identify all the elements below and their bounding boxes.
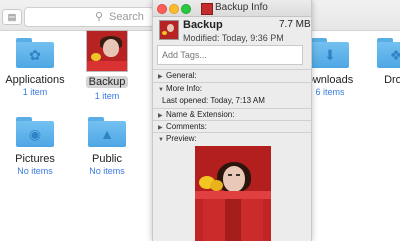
section-name-extension[interactable]: ▶ Name & Extension: bbox=[158, 110, 234, 119]
item-count: 1 item bbox=[94, 91, 120, 101]
minimize-button[interactable] bbox=[169, 4, 179, 14]
item-name: Public bbox=[92, 153, 122, 165]
divider bbox=[153, 120, 311, 121]
disclosure-collapsed-icon: ▶ bbox=[158, 113, 163, 119]
tags-input[interactable] bbox=[157, 45, 303, 65]
section-label: More Info: bbox=[166, 84, 203, 93]
zoom-button[interactable] bbox=[181, 4, 191, 14]
modified-date: Modified: Today, 9:36 PM bbox=[183, 33, 284, 43]
public-folder-icon: ▲ bbox=[88, 117, 126, 147]
section-label: General: bbox=[166, 71, 197, 80]
file-name: Backup bbox=[183, 19, 223, 31]
section-label: Name & Extension: bbox=[166, 110, 235, 119]
item-count: 1 item bbox=[22, 87, 48, 97]
info-titlebar: Backup Info bbox=[153, 0, 311, 17]
file-size: 7.7 MB bbox=[279, 19, 311, 30]
item-count: No items bbox=[89, 166, 125, 176]
disclosure-collapsed-icon: ▶ bbox=[158, 125, 163, 131]
item-name: Backup bbox=[85, 76, 129, 88]
disclosure-expanded-icon: ▼ bbox=[158, 87, 164, 93]
last-opened: Last opened: Today, 7:13 AM bbox=[162, 96, 265, 105]
disclosure-expanded-icon: ▼ bbox=[158, 137, 164, 143]
folder-item-applications[interactable]: ✿ Applications 1 item bbox=[0, 38, 75, 97]
divider bbox=[153, 108, 311, 109]
section-general[interactable]: ▶ General: bbox=[158, 71, 197, 80]
pictures-folder-icon: ◉ bbox=[16, 117, 54, 147]
item-name: Drop bbox=[384, 74, 400, 86]
disclosure-collapsed-icon: ▶ bbox=[158, 74, 163, 80]
divider bbox=[153, 82, 311, 83]
section-label: Comments: bbox=[166, 122, 207, 131]
downloads-folder-icon: ⬇ bbox=[311, 38, 349, 68]
image-preview bbox=[195, 146, 271, 241]
close-button[interactable] bbox=[157, 4, 167, 14]
image-thumbnail bbox=[86, 30, 128, 72]
item-name: Applications bbox=[5, 74, 65, 86]
section-preview[interactable]: ▼ Preview: bbox=[158, 134, 197, 143]
item-count: No items bbox=[17, 166, 53, 176]
applications-folder-icon: ✿ bbox=[16, 38, 54, 68]
file-item-backup[interactable]: Backup 1 item bbox=[67, 30, 147, 101]
item-name: Pictures bbox=[15, 153, 55, 165]
search-field[interactable]: ⚲ Search bbox=[24, 7, 154, 27]
folder-item-public[interactable]: ▲ Public No items bbox=[67, 117, 147, 176]
file-thumbnail-icon bbox=[159, 20, 179, 40]
dropbox-folder-icon: ❖ bbox=[377, 38, 400, 68]
divider bbox=[153, 69, 311, 70]
window-title: Backup Info bbox=[215, 2, 268, 13]
section-comments[interactable]: ▶ Comments: bbox=[158, 122, 207, 131]
info-panel: Backup Info Backup 7.7 MB Modified: Toda… bbox=[152, 0, 312, 241]
image-file-icon bbox=[201, 3, 213, 15]
magnifier-icon: ⚲ bbox=[95, 11, 104, 23]
divider bbox=[153, 132, 311, 133]
folder-item-dropbox[interactable]: ❖ Drop bbox=[356, 38, 400, 86]
section-more-info[interactable]: ▼ More Info: bbox=[158, 84, 202, 93]
search-placeholder: Search bbox=[109, 11, 144, 23]
section-label: Preview: bbox=[166, 134, 197, 143]
columns-view-icon[interactable]: ▤ bbox=[2, 9, 22, 25]
folder-item-pictures[interactable]: ◉ Pictures No items bbox=[0, 117, 75, 176]
